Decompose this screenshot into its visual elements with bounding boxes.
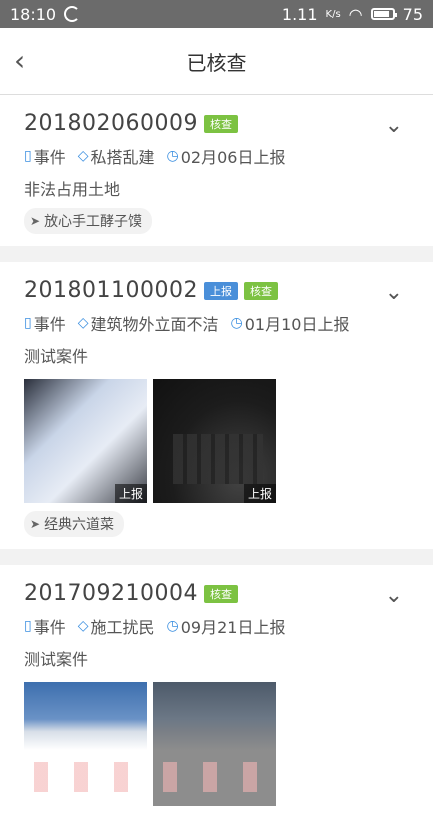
battery-icon (370, 8, 397, 20)
sync-icon (64, 6, 81, 22)
case-number: 201709210004 (24, 581, 198, 606)
location-arrow-icon: ➤ (30, 214, 41, 228)
report-date: 02月06日上报 (180, 148, 286, 167)
case-description: 测试案件 (24, 347, 89, 366)
case-type: 事件 (33, 148, 66, 167)
photo-thumbnail[interactable]: 上报 (24, 379, 147, 503)
back-arrow-icon[interactable]: ‹ (14, 47, 25, 75)
case-card[interactable]: 201709210004 核查 ⌄ ▯ 事件 ◇ 施工扰民 ◷ 09月21日上报 测试… (0, 565, 433, 818)
location-arrow-icon: ➤ (30, 517, 41, 531)
tag-icon: ◇ (77, 315, 89, 331)
case-type: 事件 (33, 315, 66, 334)
case-card[interactable]: 201802060009 核查 ⌄ ▯ 事件 ◇ 私搭乱建 ◷ 02月06日上报 非法… (0, 95, 433, 246)
photo-strip: 上报 上报 (24, 379, 409, 503)
case-list: 201802060009 核查 ⌄ ▯ 事件 ◇ 私搭乱建 ◷ 02月06日上报 非法… (0, 95, 433, 818)
chevron-down-icon[interactable]: ⌄ (385, 280, 403, 305)
tag-icon: ◇ (77, 148, 89, 164)
location-chip[interactable]: ➤ 经典六道菜 (24, 511, 125, 537)
document-icon: ▯ (24, 315, 32, 331)
photo-badge: 上报 (243, 484, 276, 503)
photo-thumbnail[interactable]: 上报 (153, 379, 276, 503)
status-tag: 上报 (203, 281, 238, 300)
document-icon: ▯ (24, 618, 32, 634)
clock-icon: ◷ (166, 618, 179, 634)
case-card[interactable]: 201801100002 上报 核查 ⌄ ▯ 事件 ◇ 建筑物外立面不洁 ◷ 01月1… (0, 262, 433, 549)
status-tag: 核查 (243, 281, 278, 300)
photo-badge: 上报 (114, 484, 147, 503)
chevron-down-icon[interactable]: ⌄ (385, 583, 403, 608)
location-label: 经典六道菜 (44, 517, 115, 533)
case-number: 201802060009 (24, 111, 198, 136)
app-header: ‹ 已核查 (0, 28, 433, 95)
clock-icon: ◷ (230, 315, 243, 331)
report-date: 09月21日上报 (180, 618, 286, 637)
case-category: 私搭乱建 (90, 148, 155, 167)
case-category: 施工扰民 (90, 618, 155, 637)
clock-icon: ◷ (166, 148, 179, 164)
page-title: 已核查 (186, 50, 247, 75)
network-speed-unit: K/s (325, 8, 341, 20)
battery-level: 75 (402, 4, 423, 24)
case-description: 非法占用土地 (24, 180, 121, 199)
chevron-down-icon[interactable]: ⌄ (385, 113, 403, 138)
case-type: 事件 (33, 618, 66, 637)
status-tag: 核查 (203, 114, 238, 133)
photo-strip (24, 682, 409, 806)
location-label: 放心手工酵子馍 (44, 214, 143, 230)
document-icon: ▯ (24, 148, 32, 164)
photo-thumbnail[interactable] (153, 682, 276, 806)
status-bar: 18:10 1.11 K/s ◠ 75 (0, 0, 433, 28)
case-number: 201801100002 (24, 278, 198, 303)
report-date: 01月10日上报 (244, 315, 350, 334)
tag-icon: ◇ (77, 618, 89, 634)
location-chip[interactable]: ➤ 放心手工酵子馍 (24, 208, 153, 234)
photo-thumbnail[interactable] (24, 682, 147, 806)
wifi-icon: ◠ (348, 4, 363, 24)
network-speed: 1.11 (281, 4, 318, 24)
case-description: 测试案件 (24, 650, 89, 669)
case-category: 建筑物外立面不洁 (90, 315, 219, 334)
status-tag: 核查 (203, 584, 238, 603)
clock: 18:10 (10, 4, 57, 24)
